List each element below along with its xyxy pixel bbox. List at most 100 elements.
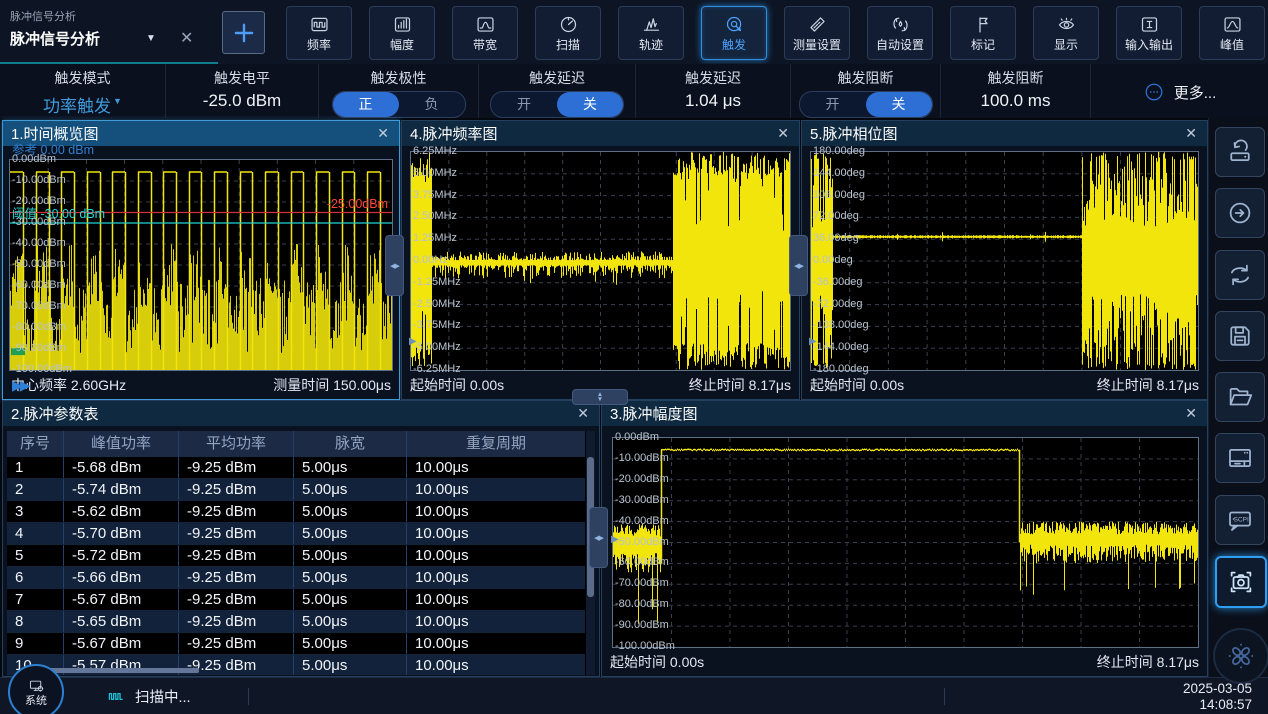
close-icon[interactable]: ✕ xyxy=(1183,125,1199,142)
toggle-option[interactable]: 关 xyxy=(866,92,932,117)
toolbar-button-marker[interactable]: 标记 xyxy=(950,6,1016,60)
toggle-option[interactable]: 正 xyxy=(333,92,399,117)
toggle-option[interactable]: 关 xyxy=(557,92,623,117)
datetime: 2025-03-05 14:08:57 xyxy=(1183,681,1252,712)
table-row[interactable]: 9-5.67 dBm-9.25 dBm5.00μs10.00μs xyxy=(7,633,585,655)
panel-pulse-frequency: 4.脉冲频率图 ✕ 6.25MHz5.00MHz3.75MHz2.50MHz1.… xyxy=(401,120,800,400)
close-icon[interactable]: ✕ xyxy=(1183,405,1199,422)
footer-right: 终止时间 8.17μs xyxy=(1097,375,1199,395)
horizontal-scrollbar[interactable] xyxy=(33,668,199,673)
y-tick-label: 0.00Hz xyxy=(413,254,448,267)
more-button[interactable]: 更多... xyxy=(1091,70,1268,114)
table-cell: 3 xyxy=(7,501,64,522)
chart-canvas xyxy=(811,152,1198,370)
top-bar: 脉冲信号分析 脉冲信号分析 ▼ ✕ 频率幅度带宽扫描轨迹 触发测量设置自动设置标记… xyxy=(0,0,1268,65)
window-layout-icon xyxy=(1225,443,1255,473)
measurement-tab[interactable]: 脉冲信号分析 脉冲信号分析 ▼ ✕ xyxy=(0,0,218,64)
panel-pulse-amplitude: 3.脉冲幅度图 ✕ 0.00dBm-10.00dBm-20.00dBm-30.0… xyxy=(601,400,1208,677)
app-title: 脉冲信号分析 xyxy=(10,28,100,49)
vertical-splitter[interactable]: ◀▶ xyxy=(385,235,404,296)
toolbar-button-trace[interactable]: 轨迹 xyxy=(618,6,684,60)
pulse-parameter-table[interactable]: 序号峰值功率平均功率脉宽重复周期 1-5.68 dBm-9.25 dBm5.00… xyxy=(7,431,595,675)
y-tick-label: 72.00deg xyxy=(813,210,859,223)
toggle-option[interactable]: 负 xyxy=(399,92,465,117)
horizontal-splitter[interactable]: ▲▼ xyxy=(572,389,628,405)
sidebar-save-button[interactable] xyxy=(1215,311,1265,361)
toggle-option[interactable]: 开 xyxy=(800,92,866,117)
table-cell: -9.25 dBm xyxy=(179,457,294,478)
more-icon xyxy=(1143,81,1165,103)
sidebar-open-button[interactable] xyxy=(1215,372,1265,422)
toolbar-button-bandwidth[interactable]: 带宽 xyxy=(452,6,518,60)
table-row[interactable]: 2-5.74 dBm-9.25 dBm5.00μs10.00μs xyxy=(7,479,585,501)
trigger-value-level[interactable]: -25.0 dBm xyxy=(166,91,318,111)
statusbar-divider xyxy=(944,688,945,705)
sidebar-nav-pad-button[interactable] xyxy=(1213,628,1268,684)
close-icon[interactable]: ✕ xyxy=(375,125,391,142)
toggle-option[interactable]: 开 xyxy=(491,92,557,117)
toolbar-button-auto-setup[interactable]: 自动设置 xyxy=(867,6,933,60)
sidebar-preset-button[interactable] xyxy=(1215,127,1265,177)
toolbar-button-frequency[interactable]: 频率 xyxy=(286,6,352,60)
trigger-value-holdoff-value[interactable]: 100.0 ms xyxy=(941,91,1090,111)
trace-edge-marker-icon: ▶ xyxy=(611,535,619,545)
toolbar-button-label: 轨迹 xyxy=(639,36,663,53)
add-measurement-button[interactable] xyxy=(222,11,265,54)
footer-right: 终止时间 8.17μs xyxy=(689,375,791,395)
table-row[interactable]: 4-5.70 dBm-9.25 dBm5.00μs10.00μs xyxy=(7,523,585,545)
screenshot-icon xyxy=(1226,567,1256,597)
sidebar-window-layout-button[interactable] xyxy=(1215,433,1265,483)
plus-icon xyxy=(231,20,257,46)
y-tick-label: -80.00dBm xyxy=(12,321,66,334)
chevron-down-icon[interactable]: ▼ xyxy=(146,33,156,44)
close-tab-icon[interactable]: ✕ xyxy=(180,28,193,48)
toolbar-button-trigger[interactable]: 触发 xyxy=(701,6,767,60)
save-icon xyxy=(1225,321,1255,351)
trigger-value-delay-value[interactable]: 1.04 μs xyxy=(636,91,790,111)
y-tick-label: -30.00dBm xyxy=(615,494,669,507)
right-sidebar: SCPI xyxy=(1208,118,1268,677)
bandwidth-icon xyxy=(475,14,496,35)
plot-footer: 起始时间 0.00s 终止时间 8.17μs xyxy=(610,652,1199,672)
trigger-section-mode: 触发模式功率触发▼ xyxy=(0,64,165,118)
sidebar-screenshot-button[interactable] xyxy=(1215,556,1267,608)
pulse-frequency-plot[interactable]: 6.25MHz5.00MHz3.75MHz2.50MHz1.25MHz0.00H… xyxy=(410,151,791,371)
toolbar-button-sweep[interactable]: 扫描 xyxy=(535,6,601,60)
trigger-toggle-delay-switch[interactable]: 开关 xyxy=(490,91,624,118)
panel-title: 2.脉冲参数表 xyxy=(11,403,575,424)
table-row[interactable]: 8-5.65 dBm-9.25 dBm5.00μs10.00μs xyxy=(7,611,585,633)
trigger-toggle-polarity[interactable]: 正负 xyxy=(332,91,466,118)
vertical-splitter[interactable]: ◀▶ xyxy=(789,235,808,296)
table-cell: -5.65 dBm xyxy=(64,611,179,632)
table-row[interactable]: 6-5.66 dBm-9.25 dBm5.00μs10.00μs xyxy=(7,567,585,589)
toolbar-button-measure-setup[interactable]: 测量设置 xyxy=(784,6,850,60)
table-cell: -5.74 dBm xyxy=(64,479,179,500)
vertical-splitter[interactable]: ◀▶ xyxy=(589,507,608,568)
frequency-icon xyxy=(309,14,330,35)
pulse-amplitude-plot[interactable]: 0.00dBm-10.00dBm-20.00dBm-30.00dBm-40.00… xyxy=(612,437,1199,648)
close-icon[interactable]: ✕ xyxy=(575,405,591,422)
trigger-field-label: 触发模式 xyxy=(0,70,165,86)
pulse-phase-plot[interactable]: 180.00deg144.00deg108.00deg72.00deg36.00… xyxy=(810,151,1199,371)
table-row[interactable]: 1-5.68 dBm-9.25 dBm5.00μs10.00μs xyxy=(7,457,585,479)
plot-footer: 中心频率 2.60GHz 测量时间 150.00μs xyxy=(11,375,391,395)
table-header-cell: 脉宽 xyxy=(294,431,407,457)
table-row[interactable]: 5-5.72 dBm-9.25 dBm5.00μs10.00μs xyxy=(7,545,585,567)
toolbar-button-io[interactable]: 输入输出 xyxy=(1116,6,1182,60)
table-row[interactable]: 3-5.62 dBm-9.25 dBm5.00μs10.00μs xyxy=(7,501,585,523)
toolbar-button-peak[interactable]: 峰值 xyxy=(1199,6,1265,60)
time-overview-plot[interactable]: 参考 0.00 dBm阈值 -30.00 dBm-25.00dBm0.00dBm… xyxy=(9,159,393,371)
sidebar-run-button[interactable] xyxy=(1215,188,1265,238)
system-button[interactable]: 系统 xyxy=(8,664,64,714)
table-row[interactable]: 7-5.67 dBm-9.25 dBm5.00μs10.00μs xyxy=(7,589,585,611)
footer-left: 起始时间 0.00s xyxy=(810,375,904,395)
toolbar-button-display[interactable]: 显示 xyxy=(1033,6,1099,60)
table-cell: 5.00μs xyxy=(294,589,407,610)
trigger-toggle-holdoff-switch[interactable]: 开关 xyxy=(799,91,933,118)
trigger-value-mode[interactable]: 功率触发▼ xyxy=(0,91,165,117)
close-icon[interactable]: ✕ xyxy=(775,125,791,142)
sidebar-scpi-button[interactable]: SCPI xyxy=(1215,495,1265,545)
y-tick-label: -100.00dBm xyxy=(615,640,675,653)
sidebar-continuous-sweep-button[interactable] xyxy=(1215,250,1265,300)
toolbar-button-amplitude[interactable]: 幅度 xyxy=(369,6,435,60)
